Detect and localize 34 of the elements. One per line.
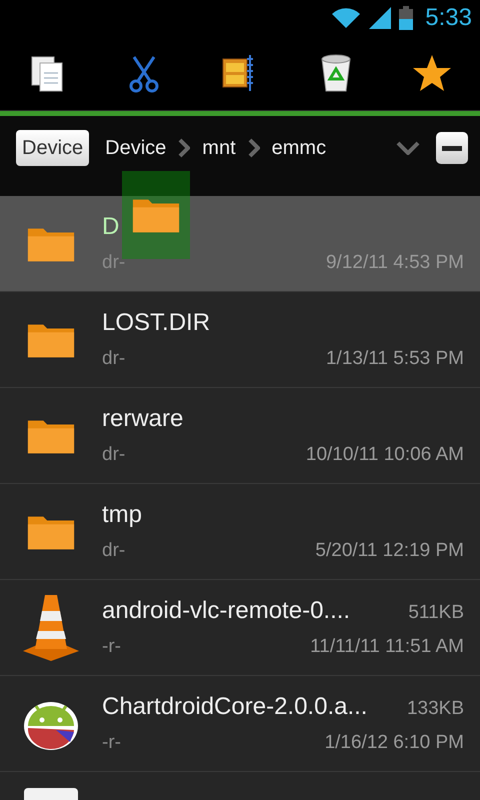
signal-icon	[369, 7, 392, 29]
clock: 5:33	[425, 3, 472, 33]
breadcrumb-item[interactable]: mnt	[202, 133, 236, 163]
traffic-cone-icon	[21, 592, 81, 662]
file-date: 1/16/12 6:10 PM	[324, 731, 464, 756]
file-name: ChartdroidCore-2.0.0.a...	[102, 692, 368, 722]
file-date: 1/13/11 5:53 PM	[326, 347, 464, 372]
file-date: 5/20/11 12:19 PM	[315, 539, 464, 564]
collapse-button[interactable]	[436, 132, 468, 164]
file-size: 511KB	[408, 601, 464, 626]
file-date: 9/12/11 4:53 PM	[326, 251, 464, 276]
minus-icon	[442, 146, 462, 150]
breadcrumb-item[interactable]: Device	[105, 133, 166, 163]
chevron-right-icon	[178, 138, 190, 158]
file-permissions: -r-	[102, 635, 121, 660]
file-permissions: dr-	[102, 539, 126, 564]
file-date: 10/10/11 10:06 AM	[306, 443, 464, 468]
chevron-down-icon[interactable]	[396, 141, 420, 155]
device-button[interactable]: Device	[16, 130, 90, 166]
battery-icon	[399, 6, 414, 30]
file-name: android-vlc-remote-0....	[102, 596, 350, 626]
chevron-right-icon	[248, 138, 260, 158]
file-name: LOST.DIR	[102, 308, 210, 338]
file-name: tmp	[102, 500, 142, 530]
star-icon[interactable]	[412, 53, 452, 93]
file-size: 133KB	[406, 697, 464, 722]
wifi-icon	[331, 7, 362, 29]
file-permissions: dr-	[102, 443, 126, 468]
file-permissions: dr-	[102, 347, 126, 372]
file-date: 11/11/11 11:51 AM	[310, 635, 464, 660]
breadcrumb-item[interactable]: emmc	[272, 133, 326, 163]
file-permissions: -r-	[102, 731, 121, 756]
file-name: rerware	[102, 404, 184, 434]
file-name: D	[102, 212, 120, 242]
